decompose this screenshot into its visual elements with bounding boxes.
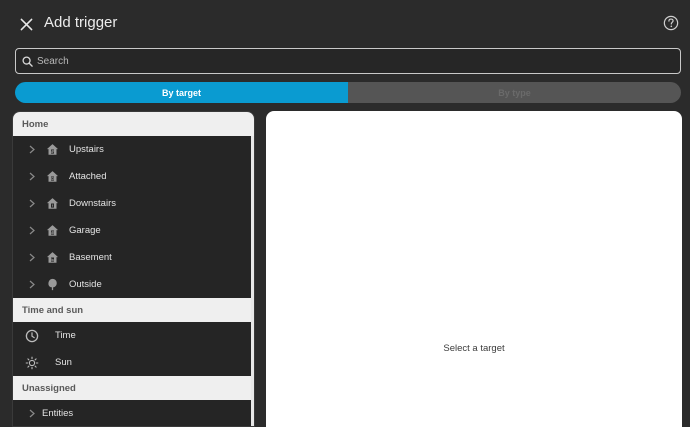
- list-scrollbar[interactable]: [251, 136, 254, 426]
- chevron-right-icon: [27, 145, 37, 155]
- section-header-unassigned: Unassigned: [13, 376, 254, 400]
- section-header-time-and-sun: Time and sun: [13, 298, 254, 322]
- list-item-outside[interactable]: Outside: [13, 271, 254, 298]
- list-item-garage[interactable]: Garage: [13, 217, 254, 244]
- list-item-label: Garage: [69, 225, 101, 236]
- close-icon: [20, 18, 32, 30]
- list-item-label: Time: [55, 330, 76, 341]
- list-item-time[interactable]: Time: [13, 322, 254, 349]
- chevron-right-icon: [27, 280, 37, 290]
- search-input[interactable]: [37, 55, 657, 67]
- tab-by-type[interactable]: By type: [348, 82, 681, 103]
- list-item-downstairs[interactable]: Downstairs: [13, 190, 254, 217]
- list-item-label: Upstairs: [69, 144, 104, 155]
- list-item-label: Sun: [55, 357, 72, 368]
- home-floor-icon: [45, 251, 59, 265]
- chevron-right-icon: [27, 409, 37, 419]
- home-floor-icon: [45, 224, 59, 238]
- sun-icon: [25, 356, 39, 370]
- target-detail-panel: Select a target: [266, 111, 682, 427]
- tree-icon: [45, 278, 59, 292]
- search-icon: [22, 55, 33, 67]
- home-floor-icon: [45, 197, 59, 211]
- tab-by-target[interactable]: By target: [15, 82, 348, 103]
- empty-state-text: Select a target: [443, 343, 505, 354]
- list-item-label: Downstairs: [69, 198, 116, 209]
- home-floor-icon: [45, 170, 59, 184]
- close-button[interactable]: [14, 12, 38, 36]
- list-item-sun[interactable]: Sun: [13, 349, 254, 376]
- chevron-right-icon: [27, 199, 37, 209]
- target-list: Home Upstairs Attached Downstairs Garage…: [12, 111, 255, 427]
- list-item-label: Outside: [69, 279, 102, 290]
- chevron-right-icon: [27, 226, 37, 236]
- add-trigger-dialog: Add trigger By target By type Home: [0, 0, 690, 427]
- list-item-label: Basement: [69, 252, 112, 263]
- chevron-right-icon: [27, 172, 37, 182]
- list-item-entities[interactable]: Entities: [13, 400, 254, 426]
- chevron-right-icon: [27, 253, 37, 263]
- section-header-home: Home: [13, 112, 254, 136]
- target-type-toggle: By target By type: [15, 82, 681, 103]
- home-floor-icon: [45, 143, 59, 157]
- list-item-upstairs[interactable]: Upstairs: [13, 136, 254, 163]
- help-button[interactable]: [661, 13, 681, 33]
- clock-icon: [25, 329, 39, 343]
- list-item-basement[interactable]: Basement: [13, 244, 254, 271]
- dialog-header: Add trigger: [0, 0, 690, 46]
- search-field[interactable]: [15, 48, 681, 74]
- list-item-attached[interactable]: Attached: [13, 163, 254, 190]
- list-item-label: Attached: [69, 171, 107, 182]
- help-icon: [663, 15, 679, 31]
- list-item-label: Entities: [42, 408, 74, 419]
- dialog-title: Add trigger: [44, 14, 118, 31]
